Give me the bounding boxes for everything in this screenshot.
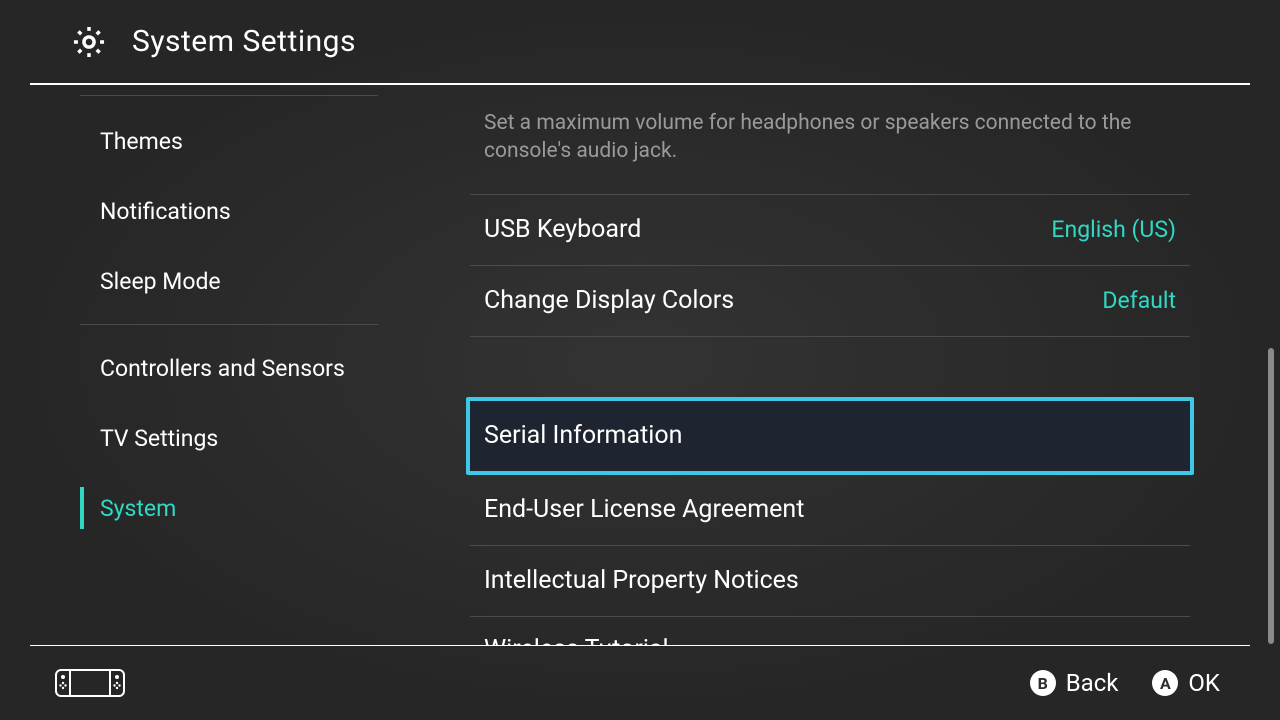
main-panel: Set a maximum volume for headphones or s… xyxy=(410,85,1280,645)
a-button-icon: A xyxy=(1152,670,1178,696)
scroll-thumb[interactable] xyxy=(1268,348,1274,644)
sidebar-item-controllers[interactable]: Controllers and Sensors xyxy=(80,333,378,403)
row-serial-information[interactable]: Serial Information xyxy=(466,397,1194,475)
sidebar-item-label: Themes xyxy=(100,128,183,155)
body: Themes Notifications Sleep Mode Controll… xyxy=(0,85,1280,645)
sidebar-item-tv-settings[interactable]: TV Settings xyxy=(80,403,378,473)
sidebar-item-system[interactable]: System xyxy=(80,473,378,543)
footer: B Back A OK xyxy=(30,645,1250,720)
sidebar-item-label: Notifications xyxy=(100,198,231,225)
header: System Settings xyxy=(30,0,1250,85)
section-gap xyxy=(470,337,1190,397)
row-eula[interactable]: End-User License Agreement xyxy=(470,475,1190,546)
row-label: USB Keyboard xyxy=(484,215,641,244)
sidebar-item-label: Controllers and Sensors xyxy=(100,355,345,382)
row-value: Default xyxy=(1102,287,1176,314)
row-label: Serial Information xyxy=(484,421,682,450)
hint-back[interactable]: B Back xyxy=(1030,669,1119,697)
row-label: Intellectual Property Notices xyxy=(484,566,799,595)
sidebar-group: Controllers and Sensors TV Settings Syst… xyxy=(80,324,378,543)
sidebar-item-themes[interactable]: Themes xyxy=(80,106,378,176)
page-title: System Settings xyxy=(132,24,356,59)
sidebar-item-sleep-mode[interactable]: Sleep Mode xyxy=(80,246,378,316)
sidebar-item-label: TV Settings xyxy=(100,425,218,452)
row-label: Wireless Tutorial xyxy=(484,635,669,645)
sidebar-item-label: System xyxy=(100,495,176,522)
row-label: Change Display Colors xyxy=(484,286,734,315)
row-value: English (US) xyxy=(1051,216,1176,243)
setting-description: Set a maximum volume for headphones or s… xyxy=(470,85,1190,195)
sidebar-item-notifications[interactable]: Notifications xyxy=(80,176,378,246)
row-usb-keyboard[interactable]: USB Keyboard English (US) xyxy=(470,195,1190,266)
b-button-icon: B xyxy=(1030,670,1056,696)
row-wireless-tutorial[interactable]: Wireless Tutorial xyxy=(470,617,1190,645)
row-change-display-colors[interactable]: Change Display Colors Default xyxy=(470,266,1190,337)
row-label: End-User License Agreement xyxy=(484,495,804,524)
hint-ok[interactable]: A OK xyxy=(1152,669,1220,697)
console-icon xyxy=(55,669,125,697)
sidebar-item-label: Sleep Mode xyxy=(100,268,221,295)
gear-icon xyxy=(70,23,108,61)
row-ip-notices[interactable]: Intellectual Property Notices xyxy=(470,546,1190,617)
hint-label: OK xyxy=(1188,669,1220,697)
sidebar: Themes Notifications Sleep Mode Controll… xyxy=(0,85,410,645)
sidebar-group: Themes Notifications Sleep Mode xyxy=(80,95,378,316)
hint-label: Back xyxy=(1066,669,1119,697)
